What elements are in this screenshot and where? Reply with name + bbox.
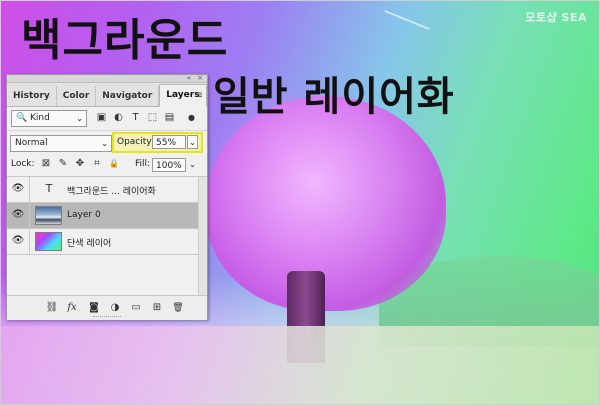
panel-tabs: History Color Navigator Layers ≡ [7, 83, 207, 107]
close-panel-icon[interactable]: × [197, 74, 203, 82]
adjustment-layer-icon[interactable]: ◑ [108, 301, 122, 315]
layer-name[interactable]: 백그라운드 ... 레이어화 [67, 184, 156, 197]
smart-object-filter-icon[interactable]: ▤ [163, 111, 176, 124]
fill-label[interactable]: Fill: [135, 159, 150, 169]
layer-name[interactable]: 단색 레이어 [67, 236, 111, 249]
layer-row-text[interactable]: 👁 T 백그라운드 ... 레이어화 [7, 177, 199, 203]
filter-kind-label: Kind [30, 113, 50, 123]
filter-row: 🔍 Kind ⌄ ▣ ◐ T ⬚ ▤ ● [7, 106, 207, 131]
layer-thumbnail [35, 232, 62, 251]
lock-fill-row: Lock: ⊠ ✎ ✥ ⌗ 🔒 Fill: 100% ⌄ [7, 154, 207, 177]
lock-transparent-icon[interactable]: ⊠ [40, 158, 52, 170]
layer-divider [29, 203, 30, 228]
blend-opacity-row: Normal ⌄ Opacity: 55% ⌄ [7, 131, 207, 153]
watermark: 모토샵 SEA [525, 11, 587, 24]
layer-divider [29, 177, 30, 202]
layer-list: 👁 T 백그라운드 ... 레이어화 👁 Layer 0 👁 단색 레이어 [7, 177, 207, 295]
type-filter-icon[interactable]: T [129, 111, 142, 124]
visibility-eye-icon[interactable]: 👁 [11, 209, 25, 221]
tab-navigator[interactable]: Navigator [96, 86, 160, 106]
fill-dropdown-icon[interactable]: ⌄ [187, 158, 198, 172]
opacity-dropdown-icon[interactable]: ⌄ [187, 135, 198, 149]
lock-position-icon[interactable]: ✥ [74, 158, 86, 170]
overlay-title-line1: 백그라운드 [21, 15, 229, 66]
filter-toggle-icon[interactable]: ● [185, 111, 198, 124]
chevron-down-icon: ⌄ [76, 114, 83, 123]
layer-row-layer0[interactable]: 👁 Layer 0 [7, 203, 199, 229]
new-group-icon[interactable]: ▭ [129, 301, 143, 315]
filter-kind-select[interactable]: 🔍 Kind ⌄ [11, 110, 87, 127]
opacity-input[interactable]: 55% [152, 135, 186, 149]
add-mask-icon[interactable]: ◙ [87, 301, 101, 315]
new-layer-icon[interactable]: ⊞ [150, 301, 164, 315]
shape-filter-icon[interactable]: ⬚ [146, 111, 159, 124]
opacity-label[interactable]: Opacity: [117, 137, 154, 147]
fill-input[interactable]: 100% [152, 158, 186, 172]
lock-image-icon[interactable]: ✎ [57, 158, 69, 170]
text-layer-icon: T [45, 182, 53, 195]
lock-artboard-icon[interactable]: ⌗ [91, 158, 103, 170]
panel-title-bar[interactable]: « × [7, 74, 207, 83]
visibility-eye-icon[interactable]: 👁 [11, 235, 25, 247]
lock-label: Lock: [11, 159, 35, 169]
tree-crown [206, 96, 446, 311]
search-icon: 🔍 [16, 113, 28, 123]
layer-thumbnail [35, 206, 62, 225]
chevron-down-icon: ⌄ [101, 139, 108, 148]
blend-mode-select[interactable]: Normal ⌄ [10, 135, 112, 152]
sky-contrail [384, 10, 430, 30]
visibility-eye-icon[interactable]: 👁 [11, 183, 25, 195]
collapse-panel-icon[interactable]: « [187, 74, 191, 82]
tab-color[interactable]: Color [57, 86, 97, 106]
blend-mode-value: Normal [15, 138, 48, 148]
panel-menu-icon[interactable]: ≡ [195, 90, 203, 101]
canvas-background: 백그라운드 일반 레이어화 모토샵 SEA « × History Color … [0, 0, 600, 405]
panel-footer: ⛓ fx ◙ ◑ ▭ ⊞ 🗑 [7, 295, 207, 320]
link-layers-icon[interactable]: ⛓ [45, 301, 59, 315]
resize-grip[interactable] [93, 316, 121, 319]
layer-name[interactable]: Layer 0 [67, 210, 101, 220]
delete-layer-icon[interactable]: 🗑 [171, 301, 185, 315]
pixel-filter-icon[interactable]: ▣ [95, 111, 108, 124]
tab-history[interactable]: History [7, 86, 57, 106]
snowy-ground [1, 326, 599, 404]
fx-icon[interactable]: fx [65, 301, 79, 315]
layers-panel: « × History Color Navigator Layers ≡ 🔍 K… [6, 74, 208, 320]
lock-all-icon[interactable]: 🔒 [108, 158, 120, 170]
adjustment-filter-icon[interactable]: ◐ [112, 111, 125, 124]
layer-row-solid[interactable]: 👁 단색 레이어 [7, 229, 199, 255]
overlay-title-line2: 일반 레이어화 [213, 74, 455, 120]
layer-divider [29, 229, 30, 254]
layer-list-scrollbar[interactable] [198, 177, 207, 295]
